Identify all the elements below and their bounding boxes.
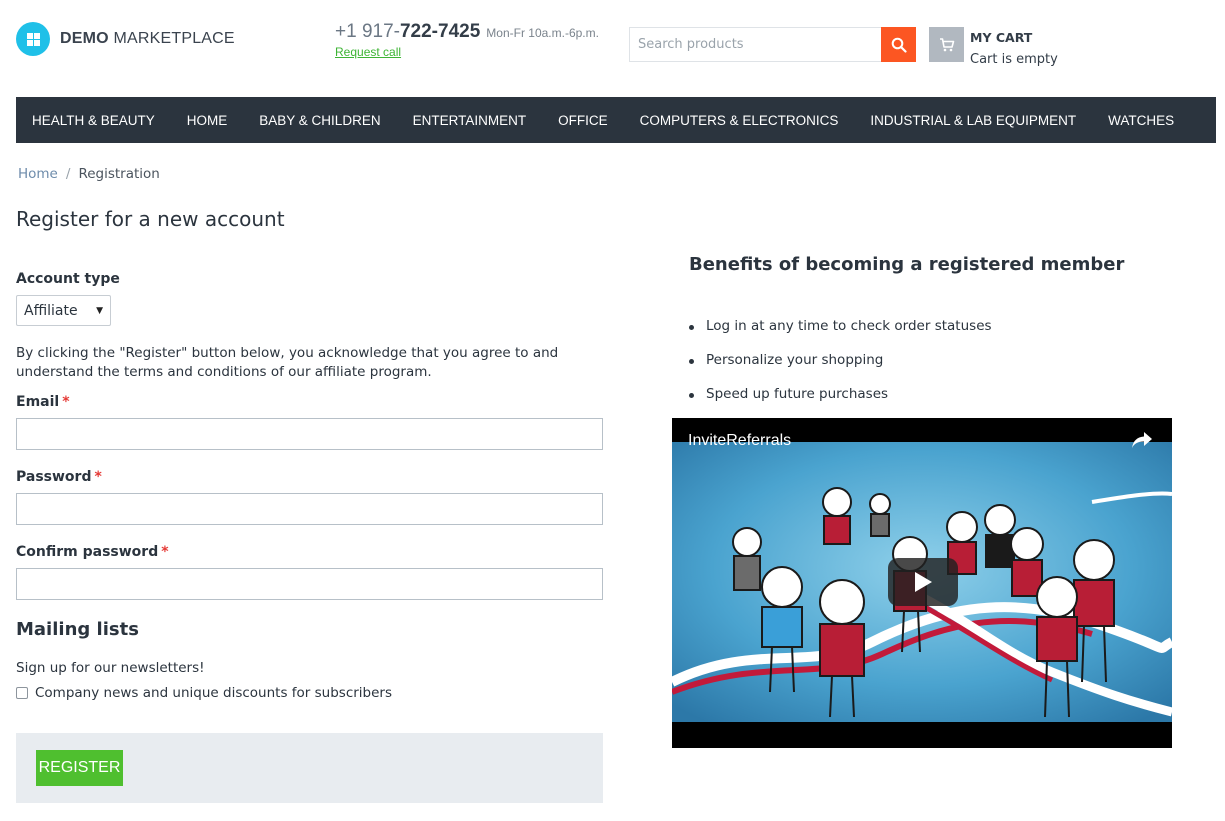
dropdown-arrow-icon: ▼ — [96, 305, 103, 316]
search-icon — [891, 37, 907, 53]
cart-title: MY CART — [970, 30, 1033, 45]
nav-item-baby-children[interactable]: BABY & CHILDREN — [243, 113, 396, 128]
required-marker: * — [161, 544, 169, 560]
confirm-password-label: Confirm password * — [16, 544, 169, 560]
confirm-password-field[interactable] — [16, 568, 603, 600]
password-field[interactable] — [16, 493, 603, 525]
account-type-value: Affiliate — [24, 302, 78, 319]
required-marker: * — [62, 394, 70, 410]
search-bar — [629, 27, 916, 62]
breadcrumb-separator: / — [65, 166, 71, 182]
cart-widget[interactable]: MY CART Cart is empty — [929, 27, 1058, 71]
account-type-select[interactable]: Affiliate ▼ — [16, 295, 111, 326]
cart-icon — [939, 37, 954, 51]
play-button[interactable] — [888, 558, 958, 606]
list-item: Personalize your shopping — [689, 352, 992, 386]
account-type-label: Account type — [16, 271, 120, 287]
video-title: InviteReferrals — [688, 432, 792, 449]
logo-icon — [16, 22, 50, 56]
nav-item-computers-electronics[interactable]: COMPUTERS & ELECTRONICS — [624, 113, 855, 128]
required-marker: * — [94, 469, 102, 485]
cart-status: Cart is empty — [970, 52, 1058, 67]
benefits-list: Log in at any time to check order status… — [689, 318, 992, 420]
share-icon — [1132, 432, 1152, 448]
logo-text: DEMO MARKETPLACE — [60, 30, 235, 47]
list-item: Speed up future purchases — [689, 386, 992, 420]
nav-item-entertainment[interactable]: ENTERTAINMENT — [397, 113, 543, 128]
share-button[interactable] — [1130, 430, 1154, 454]
newsletter-option-label[interactable]: Company news and unique discounts for su… — [35, 685, 392, 701]
mailing-lists-title: Mailing lists — [16, 619, 139, 640]
breadcrumb: Home / Registration — [18, 166, 160, 182]
email-field[interactable] — [16, 418, 603, 450]
newsletter-subtitle: Sign up for our newsletters! — [16, 660, 205, 676]
newsletter-option: Company news and unique discounts for su… — [16, 685, 392, 701]
register-button[interactable]: REGISTER — [36, 750, 123, 786]
submit-panel: REGISTER — [16, 733, 603, 803]
phone-info: +1 917-722-7425 Mon-Fr 10a.m.-6p.m. — [335, 21, 599, 43]
password-label: Password * — [16, 469, 102, 485]
phone-hours: Mon-Fr 10a.m.-6p.m. — [486, 26, 599, 40]
nav-item-home[interactable]: HOME — [171, 113, 244, 128]
nav-item-industrial-lab-equipment[interactable]: INDUSTRIAL & LAB EQUIPMENT — [854, 113, 1092, 128]
request-call-link[interactable]: Request call — [335, 45, 401, 59]
nav-item-watches[interactable]: WATCHES — [1092, 113, 1190, 128]
newsletter-checkbox[interactable] — [16, 687, 28, 699]
list-item: Log in at any time to check order status… — [689, 318, 992, 352]
main-nav: HEALTH & BEAUTY HOME BABY & CHILDREN ENT… — [16, 97, 1216, 143]
benefits-title: Benefits of becoming a registered member — [689, 254, 1125, 275]
nav-item-health-beauty[interactable]: HEALTH & BEAUTY — [16, 113, 171, 128]
search-input[interactable] — [629, 27, 881, 62]
cart-text: MY CART Cart is empty — [970, 27, 1058, 71]
play-icon — [915, 572, 932, 592]
search-button[interactable] — [881, 27, 916, 62]
logo[interactable]: DEMO MARKETPLACE — [16, 22, 235, 56]
cart-icon-box — [929, 27, 964, 62]
affiliate-agreement-text: By clicking the "Register" button below,… — [16, 345, 559, 380]
video-player[interactable]: InviteReferrals — [672, 418, 1172, 748]
nav-item-office[interactable]: OFFICE — [542, 113, 624, 128]
breadcrumb-current: Registration — [78, 166, 160, 182]
phone-number: +1 917-722-7425 — [335, 21, 481, 42]
breadcrumb-home-link[interactable]: Home — [18, 166, 58, 182]
page-title: Register for a new account — [16, 207, 285, 231]
email-label: Email * — [16, 394, 70, 410]
